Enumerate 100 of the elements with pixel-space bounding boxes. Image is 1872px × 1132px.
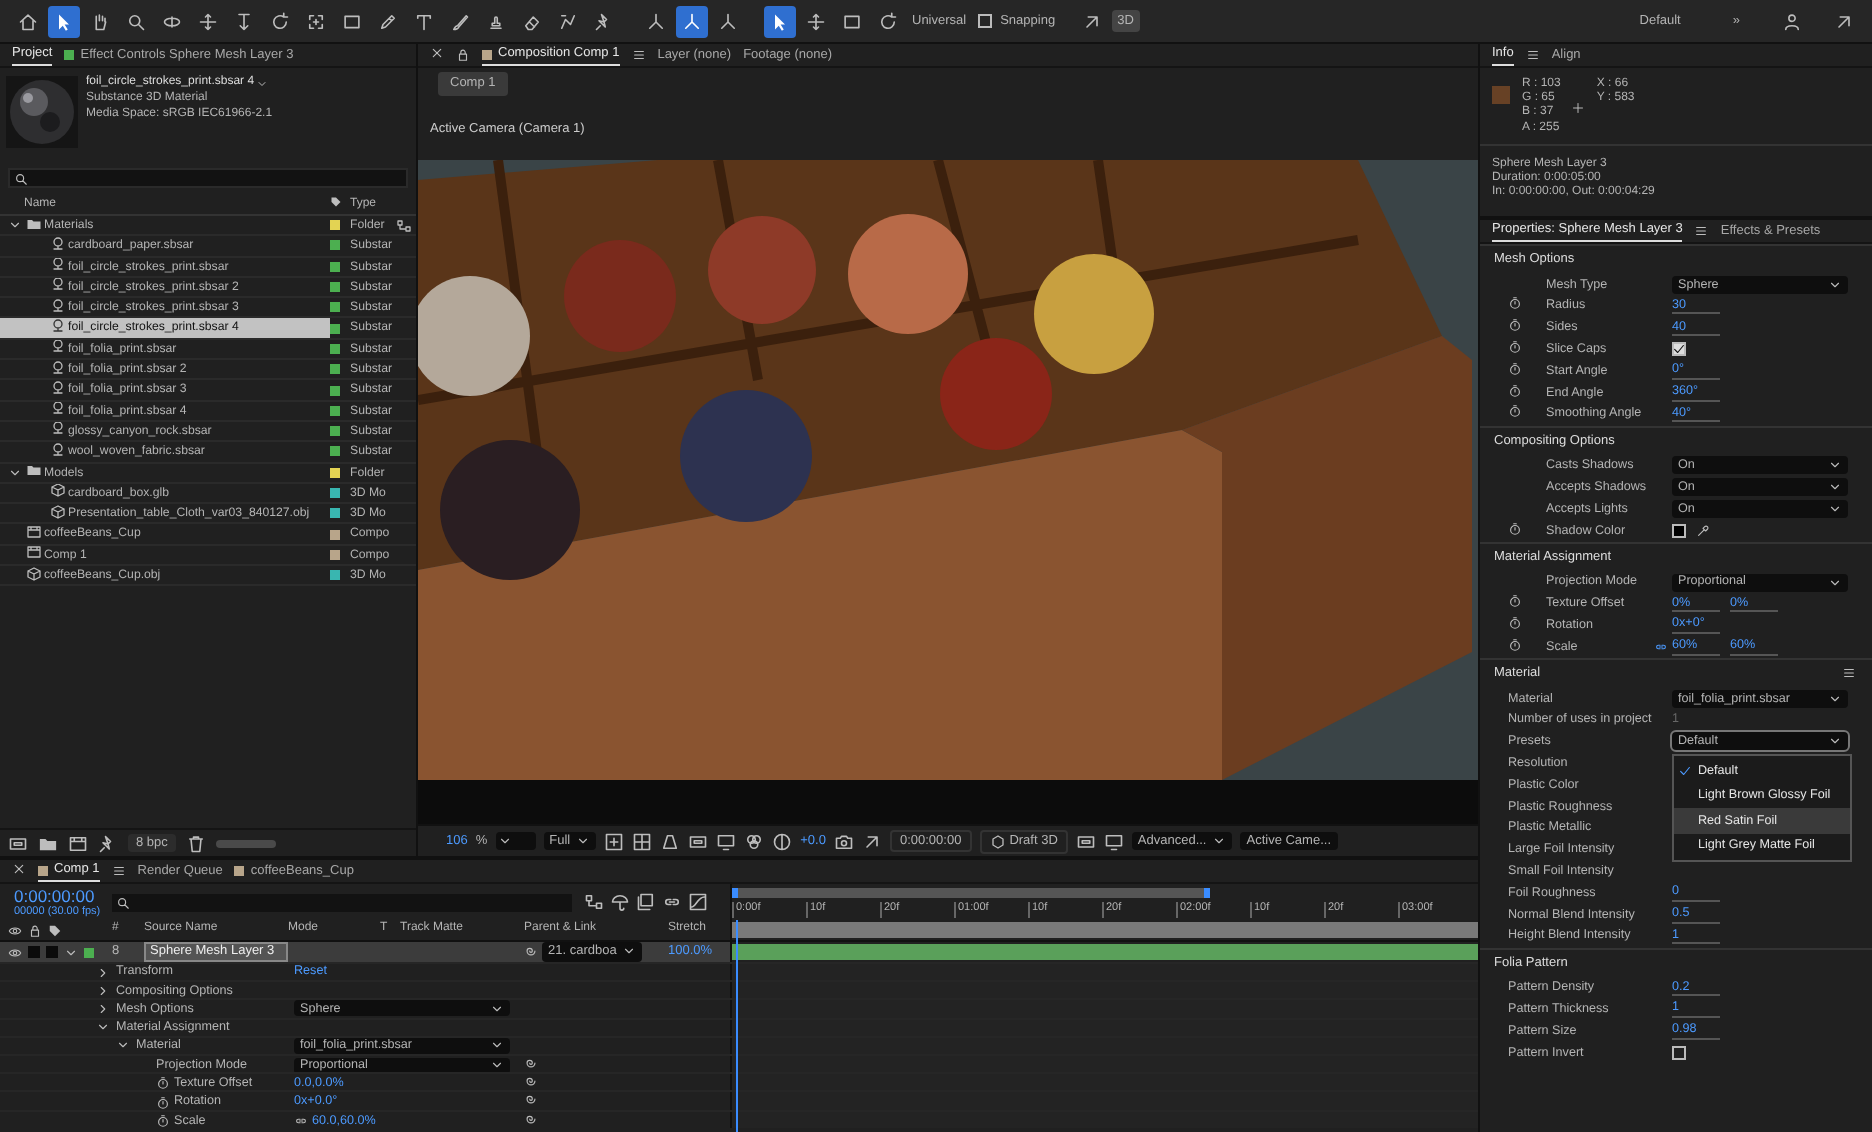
stopwatch-icon[interactable] (1508, 383, 1522, 398)
rectangle-icon (342, 11, 362, 31)
stopwatch-icon[interactable] (1508, 404, 1522, 419)
link-icon[interactable] (1654, 640, 1668, 655)
thumbnail-bar (215, 839, 276, 847)
stack-icon[interactable] (636, 892, 657, 912)
chevron-down-icon[interactable] (64, 945, 78, 959)
globe-icon (50, 421, 66, 437)
arrow-icon (1081, 11, 1102, 31)
orbit-icon (162, 11, 182, 31)
chevron-down-icon[interactable] (8, 218, 22, 233)
caret-icon (576, 833, 591, 848)
rotate-icon (270, 11, 290, 31)
menu-icon[interactable] (111, 864, 126, 878)
spiral-icon[interactable] (524, 1092, 538, 1107)
stopwatch-icon[interactable] (1508, 521, 1522, 536)
film-frame-icon (26, 545, 42, 561)
eye-icon (8, 923, 22, 937)
exposure-icon[interactable] (772, 831, 793, 851)
lock-icon (28, 923, 42, 937)
film-frame-icon[interactable] (68, 833, 88, 853)
caret-icon (1212, 833, 1227, 848)
perspective-icon[interactable] (660, 831, 681, 851)
switch-box[interactable] (46, 946, 58, 958)
flowchart-icon[interactable] (584, 892, 605, 912)
globe-icon (50, 277, 66, 293)
axes-tool[interactable] (676, 5, 708, 37)
magnifier-icon (126, 11, 146, 31)
cube-icon (26, 566, 42, 582)
caret-icon (1828, 575, 1842, 590)
stopwatch-icon[interactable] (1508, 296, 1522, 311)
pointer-tool[interactable] (764, 5, 796, 37)
arrow-icon[interactable] (861, 831, 882, 851)
spiral-icon[interactable] (524, 1111, 538, 1125)
globe-icon (50, 339, 66, 355)
checkbox[interactable] (1672, 342, 1686, 357)
grid-icon[interactable] (632, 831, 653, 851)
pointer-tool[interactable] (48, 5, 80, 37)
cube-icon (989, 833, 1006, 849)
menu-icon[interactable] (631, 48, 646, 62)
menu-icon[interactable] (1525, 48, 1540, 62)
eyedropper-icon[interactable] (1696, 523, 1710, 538)
checkmark-icon (1672, 342, 1686, 357)
checkmark-icon (1678, 764, 1692, 779)
current-time[interactable]: 0:00:00:00 (14, 885, 101, 906)
tag-icon (48, 923, 62, 937)
checkbox[interactable] (1672, 1045, 1686, 1060)
caret-icon (1828, 691, 1842, 706)
stopwatch-icon[interactable] (1508, 318, 1522, 333)
screen-icon[interactable] (688, 831, 709, 851)
stopwatch-icon[interactable] (1508, 615, 1522, 630)
globe-icon (50, 442, 66, 458)
stopwatch-icon[interactable] (156, 1095, 170, 1109)
screen-icon[interactable] (8, 833, 28, 853)
menu-icon[interactable] (1842, 666, 1856, 681)
caret-icon[interactable] (256, 77, 269, 90)
stopwatch-icon[interactable] (156, 1113, 170, 1128)
spiral-icon[interactable] (524, 1074, 538, 1089)
screen-icon[interactable] (1075, 831, 1096, 851)
umbrella-icon[interactable] (610, 892, 631, 912)
eye-icon[interactable] (8, 945, 22, 959)
film-frame-icon (26, 524, 42, 540)
stamp-icon (486, 11, 506, 31)
globe-icon (50, 380, 66, 396)
folder-icon[interactable] (38, 833, 58, 853)
color-circles-icon[interactable] (744, 831, 765, 851)
folder-icon (26, 463, 42, 479)
tag-icon (330, 196, 342, 208)
chevron-down-icon[interactable] (8, 465, 22, 480)
link-icon[interactable] (294, 1113, 308, 1128)
camera-icon[interactable] (833, 831, 854, 851)
lock-icon[interactable] (456, 48, 470, 62)
home-icon (18, 11, 38, 31)
stopwatch-icon[interactable] (1508, 361, 1522, 376)
folder-icon (26, 216, 42, 231)
search-icon (14, 171, 28, 185)
stopwatch-icon[interactable] (1508, 594, 1522, 609)
color-swatch[interactable] (1672, 523, 1686, 538)
trash-icon[interactable] (185, 833, 206, 853)
search-field[interactable] (8, 168, 408, 188)
stopwatch-icon[interactable] (156, 1076, 170, 1091)
monitor-icon[interactable] (1103, 831, 1124, 851)
caret-icon (497, 834, 512, 848)
spiral-icon[interactable] (524, 1055, 538, 1070)
stopwatch-icon[interactable] (1508, 340, 1522, 355)
caret-icon (1828, 277, 1842, 292)
stopwatch-icon[interactable] (1508, 637, 1522, 652)
person-icon (1782, 11, 1802, 31)
spiral-icon[interactable] (524, 944, 538, 959)
rotate-icon (878, 11, 898, 31)
axes-icon (646, 11, 666, 31)
menu-icon[interactable] (1694, 224, 1709, 238)
graph-icon[interactable] (688, 892, 709, 912)
search-field[interactable] (112, 893, 573, 911)
flowchart-icon[interactable] (396, 217, 412, 234)
monitor-icon[interactable] (716, 831, 737, 851)
rectangle-icon (842, 11, 862, 31)
switch-box[interactable] (28, 946, 40, 958)
square-plus-icon[interactable] (604, 831, 625, 851)
caret-icon (622, 944, 637, 959)
